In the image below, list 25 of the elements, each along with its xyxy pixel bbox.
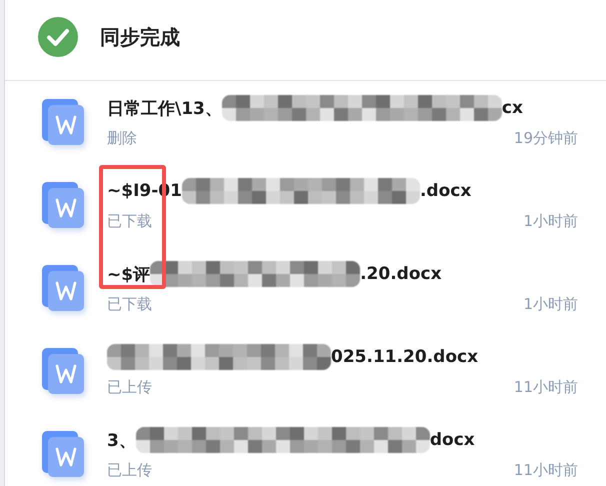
time-ago: 1小时前 bbox=[523, 294, 578, 314]
word-document-icon bbox=[42, 348, 86, 396]
file-name: docx bbox=[430, 430, 475, 450]
time-ago: 11小时前 bbox=[514, 460, 578, 480]
file-status: 已下载 bbox=[107, 212, 152, 230]
time-ago: 1小时前 bbox=[523, 212, 578, 230]
file-name: 025.11.20.docx bbox=[331, 347, 478, 367]
word-document-icon bbox=[42, 264, 86, 312]
file-name: .docx bbox=[420, 181, 472, 201]
file-name: .20.docx bbox=[360, 264, 442, 284]
file-status: 删除 bbox=[107, 128, 137, 148]
file-name: 3、 bbox=[107, 430, 136, 452]
file-status: 已上传 bbox=[107, 460, 152, 480]
file-name: cx bbox=[502, 98, 523, 118]
word-document-icon bbox=[42, 98, 86, 146]
sync-status-title: 同步完成 bbox=[100, 24, 180, 50]
word-document-icon bbox=[42, 430, 86, 478]
word-document-icon bbox=[42, 182, 86, 230]
file-status: 已上传 bbox=[107, 378, 152, 396]
file-name: 日常工作\13、 bbox=[107, 98, 222, 120]
check-icon bbox=[38, 17, 78, 57]
file-name: ~$评 bbox=[107, 264, 150, 286]
time-ago: 19分钟前 bbox=[514, 128, 578, 148]
file-status: 已下载 bbox=[107, 294, 152, 314]
time-ago: 11小时前 bbox=[514, 378, 578, 396]
